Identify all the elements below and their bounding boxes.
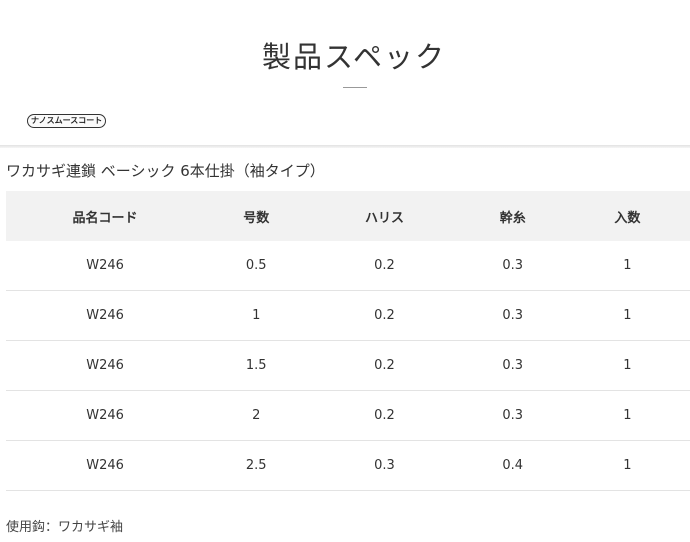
cell-quantity: 1 — [564, 241, 690, 291]
column-header-mikiito: 幹糸 — [460, 191, 565, 241]
cell-code: W246 — [6, 440, 205, 491]
cell-harisu: 0.2 — [308, 241, 461, 291]
cell-harisu: 0.3 — [308, 440, 461, 491]
column-header-size: 号数 — [204, 191, 309, 241]
cell-harisu: 0.2 — [308, 340, 461, 391]
column-header-quantity: 入数 — [564, 191, 690, 241]
page-title: 製品スペック — [262, 40, 446, 74]
coating-badge: ナノスムースコート — [27, 114, 107, 128]
table-row: W246 2 0.2 0.3 1 — [6, 390, 690, 441]
cell-harisu: 0.2 — [308, 290, 461, 341]
cell-mikiito: 0.4 — [460, 440, 565, 491]
table-row: W246 2.5 0.3 0.4 1 — [6, 440, 690, 491]
cell-code: W246 — [6, 241, 205, 291]
cell-code: W246 — [6, 290, 205, 341]
cell-code: W246 — [6, 340, 205, 391]
cell-harisu: 0.2 — [308, 390, 461, 441]
table-row: W246 1 0.2 0.3 1 — [6, 290, 690, 341]
cell-mikiito: 0.3 — [460, 241, 565, 291]
cell-mikiito: 0.3 — [460, 390, 565, 441]
title-underline — [343, 87, 367, 88]
cell-size: 2 — [204, 390, 309, 441]
cell-size: 2.5 — [204, 440, 309, 491]
cell-size: 1.5 — [204, 340, 309, 391]
column-header-harisu: ハリス — [308, 191, 461, 241]
cell-size: 0.5 — [204, 241, 309, 291]
table-header-row: 品名コード 号数 ハリス 幹糸 入数 — [6, 191, 690, 241]
product-name: ワカサギ連鎖 ベーシック 6本仕掛（袖タイプ） — [6, 162, 325, 180]
column-header-code: 品名コード — [6, 191, 205, 241]
cell-mikiito: 0.3 — [460, 290, 565, 341]
spec-table: 品名コード 号数 ハリス 幹糸 入数 W246 0.5 0.2 0.3 1 W2… — [6, 191, 690, 491]
hook-type-note: 使用鈎：ワカサギ袖 — [6, 520, 124, 535]
cell-quantity: 1 — [564, 440, 690, 491]
table-row: W246 1.5 0.2 0.3 1 — [6, 340, 690, 391]
cell-quantity: 1 — [564, 390, 690, 441]
section-divider — [0, 145, 690, 148]
cell-code: W246 — [6, 390, 205, 441]
cell-mikiito: 0.3 — [460, 340, 565, 391]
cell-size: 1 — [204, 290, 309, 341]
table-row: W246 0.5 0.2 0.3 1 — [6, 241, 690, 291]
cell-quantity: 1 — [564, 290, 690, 341]
cell-quantity: 1 — [564, 340, 690, 391]
